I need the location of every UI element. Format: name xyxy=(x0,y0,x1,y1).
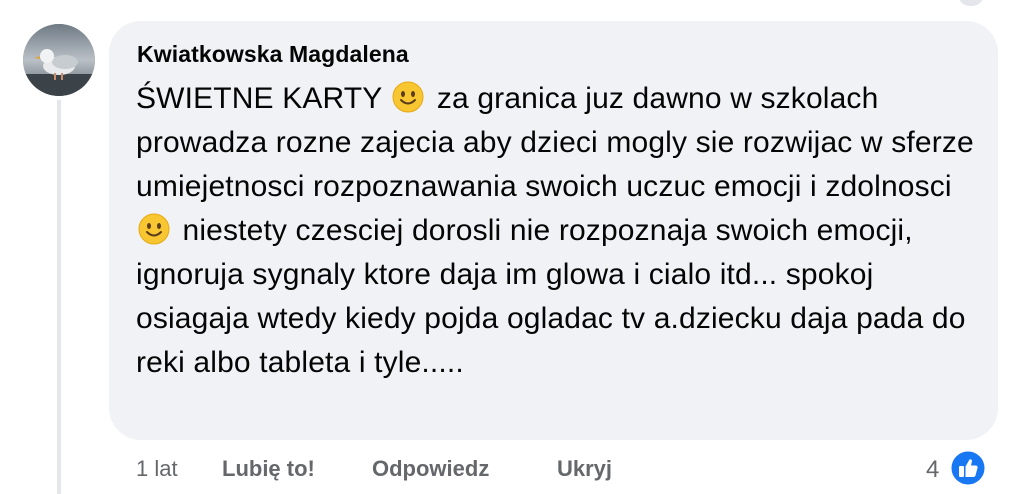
comment-container: Kwiatkowska Magdalena ŚWIETNE KARTY za g… xyxy=(0,0,1016,494)
comment-text: ŚWIETNE KARTY za granica juz dawno w szk… xyxy=(136,77,986,385)
slightly-smiling-face-icon xyxy=(392,81,424,113)
thread-line xyxy=(57,100,61,494)
previous-reaction-badge xyxy=(958,0,984,6)
seagull-avatar-image xyxy=(23,24,95,96)
comment-timestamp[interactable]: 1 lat xyxy=(136,456,178,482)
comment-text-part-3: niestety czesciej dorosli nie rozpoznaja… xyxy=(136,214,966,379)
reply-button[interactable]: Odpowiedz xyxy=(372,456,489,482)
comment-text-part-1: ŚWIETNE KARTY xyxy=(136,82,391,115)
like-reaction-icon xyxy=(948,448,988,488)
comment-bubble: Kwiatkowska Magdalena ŚWIETNE KARTY za g… xyxy=(109,21,998,440)
hide-button[interactable]: Ukryj xyxy=(557,456,612,482)
comment-author[interactable]: Kwiatkowska Magdalena xyxy=(137,41,409,68)
avatar[interactable] xyxy=(23,24,95,96)
reaction-count: 4 xyxy=(926,456,940,483)
slightly-smiling-face-icon xyxy=(138,213,170,245)
like-button[interactable]: Lubię to! xyxy=(222,456,315,482)
